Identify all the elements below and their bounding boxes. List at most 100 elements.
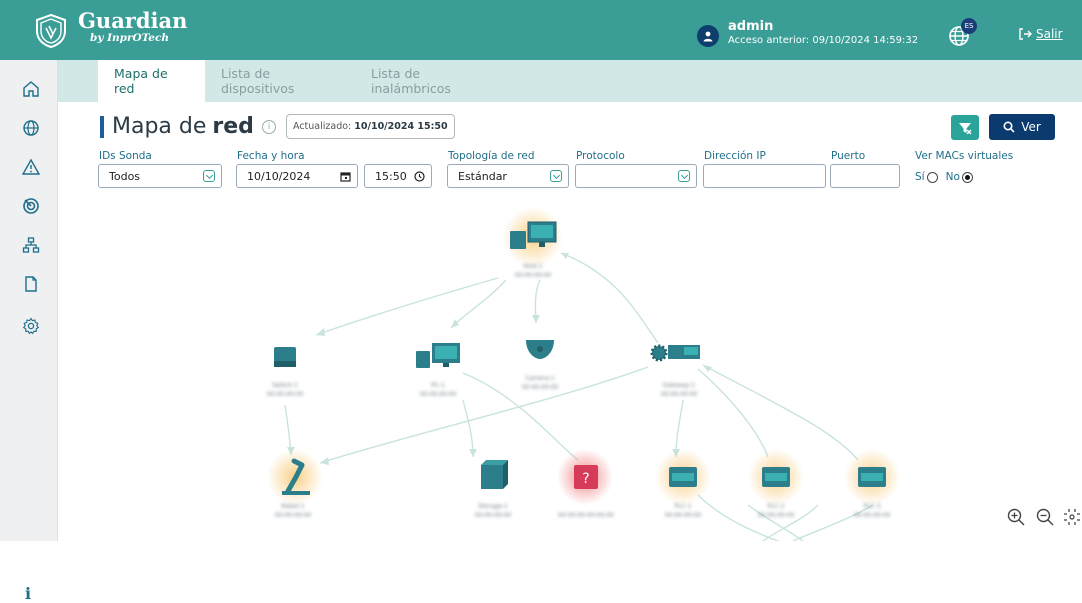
cube-front — [481, 465, 503, 489]
macs-radio-group: Sí No — [915, 171, 973, 183]
document-icon[interactable] — [22, 275, 40, 293]
node-robot[interactable]: Robot-1 00:00:00:00 — [267, 449, 323, 519]
node-plc-3[interactable]: PLC-3 00:00:00:00 — [844, 449, 900, 519]
puerto-label: Puerto — [831, 150, 866, 162]
settings-icon[interactable] — [22, 317, 40, 335]
edge — [560, 252, 659, 344]
edge — [762, 504, 819, 541]
home-icon[interactable] — [22, 80, 40, 98]
node-unknown[interactable]: ? 00:00:00:00:00:00 — [557, 449, 614, 519]
fit-view-icon[interactable] — [1062, 507, 1082, 527]
info-circle-icon[interactable]: i — [262, 120, 276, 134]
sidebar: i — [0, 60, 58, 603]
radio-si[interactable] — [926, 171, 938, 183]
arrowhead — [316, 328, 325, 336]
last-access-text: Acceso anterior: 09/10/2024 14:59:32 — [728, 35, 919, 46]
edge — [747, 504, 804, 541]
gear-icon — [650, 344, 668, 362]
radio-si-option[interactable]: Sí — [915, 171, 938, 183]
updated-value: 10/10/2024 15:50 — [354, 121, 448, 132]
network-icon[interactable] — [22, 236, 40, 254]
protocolo-label: Protocolo — [576, 150, 625, 162]
arrowhead — [320, 457, 329, 465]
zoom-in-icon[interactable] — [1006, 507, 1026, 527]
monitor-screen — [531, 225, 553, 238]
tab-lista-de-dispositivos[interactable]: Lista de dispositivos — [205, 60, 355, 102]
node-name: Switch-1 — [272, 382, 298, 389]
radio-no[interactable] — [961, 171, 973, 183]
date-input[interactable]: 10/10/2024 — [236, 164, 358, 188]
node-name: Gateway-1 — [663, 382, 696, 389]
node-plc-1[interactable]: PLC-1 00:00:00:00 — [655, 449, 711, 519]
radar-icon[interactable] — [22, 197, 40, 215]
node-name: PLC-3 — [863, 503, 880, 510]
topologia-select[interactable]: Estándar — [447, 164, 569, 188]
cube-side — [503, 460, 508, 489]
radio-no-option[interactable]: No — [946, 171, 973, 183]
time-input[interactable]: 15:50 — [364, 164, 432, 188]
plc-panel — [861, 473, 883, 481]
node-plc-2[interactable]: PLC-2 00:00:00:00 — [748, 449, 804, 519]
logout-button[interactable]: Salir — [1018, 27, 1063, 41]
edge — [315, 277, 499, 336]
language-badge: ES — [961, 18, 977, 34]
search-icon — [1003, 121, 1015, 133]
clock-icon[interactable] — [414, 171, 425, 182]
app-header: Guardian by InprOTech admin Acceso anter… — [0, 0, 1082, 60]
node-ip: 00:00:00:00 — [267, 391, 304, 398]
camera-lens — [537, 346, 543, 352]
ids-sonda-select[interactable]: Todos — [98, 164, 222, 188]
puerto-input[interactable] — [830, 164, 900, 188]
arrowhead — [532, 315, 540, 323]
page-title: Mapa de red — [100, 114, 254, 139]
node-pc-middle[interactable]: PC-1 00:00:00:00 — [416, 343, 460, 398]
node-name: Robot-1 — [281, 503, 305, 510]
info-icon[interactable]: i — [25, 584, 31, 603]
calendar-icon[interactable] — [340, 171, 351, 182]
clear-filter-button[interactable] — [951, 115, 979, 140]
zoom-out-icon[interactable] — [1035, 507, 1055, 527]
node-ip: 00:00:00:00 — [758, 512, 795, 519]
updated-badge: Actualizado: 10/10/2024 15:50 — [286, 114, 455, 139]
question-mark-icon: ? — [582, 471, 589, 487]
ver-label: Ver — [1021, 120, 1041, 134]
node-switch-left[interactable]: Switch-1 00:00:00:00 — [267, 347, 304, 398]
arrowhead — [703, 365, 712, 372]
ids-sonda-label: IDs Sonda — [99, 150, 152, 162]
alert-icon[interactable] — [22, 158, 40, 176]
logout-icon — [1019, 28, 1032, 40]
edge — [462, 372, 579, 461]
edge — [450, 279, 507, 329]
topologia-value: Estándar — [458, 169, 507, 183]
node-name: PLC-2 — [767, 503, 784, 510]
node-name: Host-1 — [523, 263, 543, 270]
node-ip: 00:00:00:00 — [522, 384, 559, 391]
date-value: 10/10/2024 — [247, 169, 311, 183]
tab-mapa-de-red[interactable]: Mapa de red — [98, 60, 205, 102]
tab-lista-de-inalambricos[interactable]: Lista de inalámbricos — [355, 60, 515, 102]
network-map-canvas[interactable]: Host-1 00:00:00:00 Switch-1 00:00:00:00 … — [58, 195, 1082, 541]
node-camera[interactable]: Camera-1 00:00:00:00 — [522, 340, 559, 391]
edge — [697, 368, 769, 458]
title-accent-bar — [100, 115, 104, 138]
radio-si-label: Sí — [915, 171, 925, 183]
ip-input[interactable] — [703, 164, 826, 188]
user-avatar-icon[interactable] — [697, 25, 719, 47]
monitor-stand — [539, 242, 545, 247]
pc-tower — [416, 351, 430, 368]
ver-button[interactable]: Ver — [989, 114, 1055, 140]
node-gateway[interactable]: Gateway-1 00:00:00:00 — [650, 344, 700, 398]
brand: Guardian by InprOTech — [78, 10, 187, 45]
updated-label: Actualizado: — [293, 121, 352, 132]
switch-front — [274, 361, 296, 367]
user-name: admin — [728, 19, 774, 34]
node-ip: 00:00:00:00 — [661, 391, 698, 398]
node-storage[interactable]: Storage-1 00:00:00:00 — [475, 460, 512, 519]
edge — [462, 399, 474, 458]
node-main-server[interactable]: Host-1 00:00:00:00 — [503, 207, 563, 279]
chevron-down-icon — [550, 170, 562, 182]
pc-tower — [510, 231, 526, 249]
ids-sonda-value: Todos — [109, 169, 141, 183]
protocolo-select[interactable] — [575, 164, 697, 188]
globe-icon[interactable] — [22, 119, 40, 137]
